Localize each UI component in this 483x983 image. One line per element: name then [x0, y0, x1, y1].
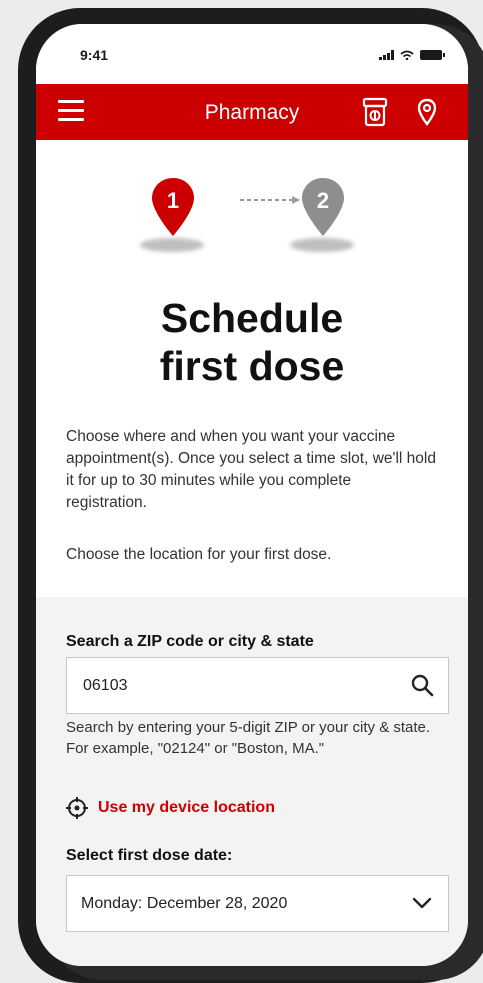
- step-connector-arrow: [240, 196, 300, 204]
- store-locator-pin-icon[interactable]: [417, 98, 437, 126]
- crosshair-icon: [66, 797, 88, 819]
- phone-screen: 9:41 Pharmacy 1 2 Schedule first dose Ch…: [36, 24, 468, 966]
- status-time: 9:41: [80, 47, 109, 63]
- status-icons: [379, 50, 445, 60]
- date-label: Select first dose date:: [66, 847, 233, 864]
- signal-icon: [379, 50, 394, 60]
- page-title-line-1: Schedule: [160, 295, 344, 341]
- search-box: [66, 657, 449, 714]
- battery-icon: [420, 50, 445, 60]
- search-panel: Search a ZIP code or city & state Search…: [36, 597, 468, 966]
- search-label: Search a ZIP code or city & state: [66, 633, 314, 650]
- step-1-number: 1: [166, 188, 180, 213]
- intro-text: Choose where and when you want your vacc…: [66, 428, 436, 511]
- app-title: Pharmacy: [204, 101, 300, 124]
- page-title-line-2: first dose: [159, 343, 345, 389]
- progress-steps: 1 2: [36, 140, 468, 270]
- search-icon[interactable]: [410, 673, 434, 697]
- search-input[interactable]: [83, 677, 383, 695]
- prescription-bottle-icon[interactable]: [362, 97, 388, 127]
- use-device-location-link[interactable]: Use my device location: [66, 797, 275, 819]
- choose-location-text: Choose the location for your first dose.: [66, 546, 332, 563]
- step-2-number: 2: [316, 188, 330, 213]
- app-bar: Pharmacy: [36, 84, 468, 140]
- use-device-location-label: Use my device location: [98, 799, 275, 816]
- search-help-text: Search by entering your 5-digit ZIP or y…: [66, 719, 431, 757]
- dose-date-select[interactable]: Monday: December 28, 2020: [66, 875, 449, 932]
- status-bar: 9:41: [36, 24, 468, 84]
- dose-date-value: Monday: December 28, 2020: [81, 895, 288, 912]
- step-2-shadow: [290, 238, 354, 252]
- wifi-icon: [400, 50, 414, 60]
- chevron-down-icon: [412, 897, 432, 909]
- step-1-shadow: [140, 238, 204, 252]
- page-title: Schedule first dose: [36, 294, 468, 390]
